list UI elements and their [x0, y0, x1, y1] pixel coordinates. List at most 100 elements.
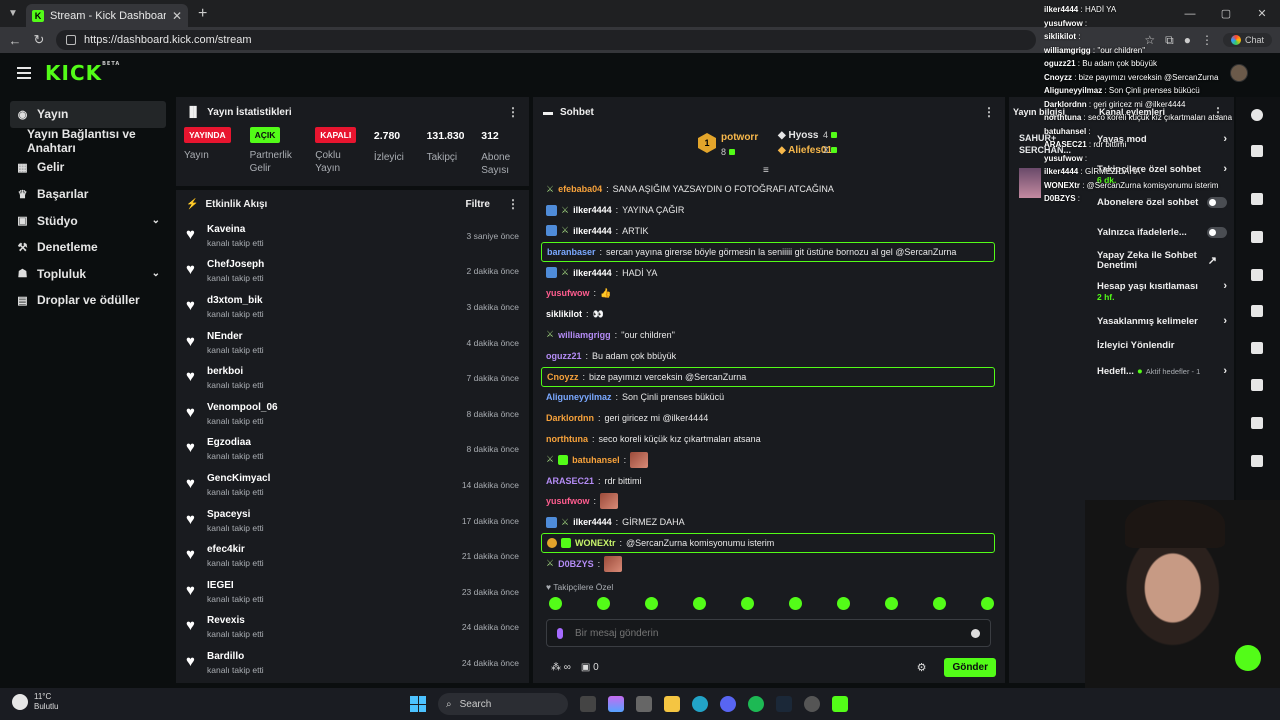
close-tab-icon[interactable]: ✕ [172, 9, 182, 23]
chat-message-highlighted[interactable]: Cnoyzz: bize payımızı verceksin @SercanZu… [541, 366, 995, 387]
emote-icon[interactable] [597, 597, 610, 610]
sidebar-item-denetleme[interactable]: ⚒ Denetleme [10, 234, 166, 261]
discord-icon[interactable] [720, 696, 736, 712]
document-icon[interactable] [1251, 269, 1263, 281]
url-field[interactable]: https://dashboard.kick.com/stream [56, 30, 1036, 50]
chat-username[interactable]: Cnoyzz [547, 372, 579, 382]
copilot-icon[interactable] [608, 696, 624, 712]
chat-username[interactable]: yusufwow [546, 496, 590, 506]
new-tab-icon[interactable]: + [198, 5, 207, 23]
chat-message[interactable]: yusufwow: [541, 491, 995, 512]
chat-username[interactable]: ilker4444 [573, 268, 612, 278]
kebab-menu-icon[interactable]: ⋮ [983, 105, 995, 119]
banned-words-item[interactable]: Yasaklanmış kelimeler › [1097, 315, 1227, 327]
activity-item[interactable]: Egzodiaa kanalı takip etti 8 dakika önce [176, 432, 529, 468]
account-age-item[interactable]: Hesap yaşı kısıtlaması › [1097, 280, 1227, 292]
file-explorer-icon[interactable] [664, 696, 680, 712]
chat-message[interactable]: ⚔ D0BZYS: [541, 553, 995, 574]
activity-item[interactable]: d3xtom_bik kanalı takip etti 3 dakika önce [176, 289, 529, 325]
chat-username[interactable]: efebaba04 [558, 184, 602, 194]
windows-start-icon[interactable] [410, 696, 426, 712]
chat-message[interactable]: ⚔ ilker4444: HADİ YA [541, 262, 995, 283]
goals-item[interactable]: Hedefl... ● Aktif hedefler - 1 › [1097, 365, 1227, 377]
chat-message[interactable]: oguzz21: Bu adam çok bbüyük [541, 345, 995, 366]
chat-message[interactable]: ⚔ batuhansel: [541, 449, 995, 470]
chat-message[interactable]: ⚔ williamgrigg: ''our children'' [541, 325, 995, 346]
sidebar-item-basarilar[interactable]: ♛ Başarılar [10, 181, 166, 208]
chat-username[interactable]: ilker4444 [573, 226, 612, 236]
chat-username[interactable]: D0BZYS [558, 559, 594, 569]
chat-message[interactable]: northtuna: seco koreli küçük kız çıkartma… [541, 429, 995, 450]
chat-message-input[interactable] [575, 627, 959, 639]
kebab-menu-icon[interactable]: ⋮ [507, 105, 519, 119]
sidebar-item-stream-key[interactable]: Yayın Bağlantısı ve Anahtarı [10, 127, 166, 155]
emote-icon[interactable] [789, 597, 802, 610]
send-button[interactable]: Gönder [944, 657, 996, 677]
sidebar-item-droplar[interactable]: ▤ Droplar ve ödüller [10, 287, 166, 314]
chat-username[interactable]: WONEXtr [575, 538, 616, 548]
kebab-menu-icon[interactable]: ⋮ [507, 197, 519, 211]
steam-icon[interactable] [776, 696, 792, 712]
top-gifters[interactable]: 1 potworr 8 ◆ Hyoss 4 ◆ Aliefes01 3 [698, 128, 848, 160]
lightning-icon[interactable] [1251, 231, 1263, 243]
chat-message[interactable]: ⚔ ilker4444: GİRMEZ DAHA [541, 512, 995, 533]
back-icon[interactable]: ← [8, 33, 22, 48]
chat-message[interactable]: ⚔ efebaba04: SANA AŞIĞIM YAZSAYDIN O FOTOĞ… [541, 179, 995, 200]
ai-moderation-item[interactable]: Yapay Zeka ile Sohbet Denetimi ↗ [1097, 250, 1217, 272]
mic-icon[interactable] [557, 627, 563, 639]
chat-message[interactable]: ARASEC21: rdr bittimi [541, 470, 995, 491]
chat-username[interactable]: Darklordnn [546, 413, 594, 423]
gear-icon[interactable]: ⚙ [917, 661, 927, 674]
chat-message[interactable]: siklikilot: 👀 [541, 304, 995, 325]
chat-message-highlighted[interactable]: baranbaser: sercan yayına girerse böyle g… [541, 241, 995, 262]
chat-username[interactable]: siklikilot [546, 309, 582, 319]
activity-item[interactable]: Kaveina kanalı takip etti 3 saniye önce [176, 218, 529, 254]
activity-item[interactable]: ChefJoseph kanalı takip etti 2 dakika önce [176, 254, 529, 290]
activity-item[interactable]: berkboi kanalı takip etti 7 dakika önce [176, 360, 529, 396]
emoji-icon[interactable] [971, 628, 980, 638]
chat-username[interactable]: baranbaser [547, 247, 596, 257]
browser-tab-active[interactable]: K Stream - Kick Dashboard ✕ [26, 4, 188, 27]
wrench-icon[interactable] [1251, 417, 1263, 429]
chat-message[interactable]: Aliguneyyilmaz: Son Çinli prenses bükücü [541, 387, 995, 408]
chat-filter-icon[interactable]: ≡ [763, 165, 769, 176]
chat-username[interactable]: ilker4444 [573, 205, 612, 215]
chat-username[interactable]: yusufwow [546, 288, 590, 298]
chat-message[interactable]: Darklordnn: geri giricez mi @ilker4444 [541, 408, 995, 429]
chat-input-box[interactable] [546, 619, 991, 647]
chat-username[interactable]: ARASEC21 [546, 476, 594, 486]
close-window-icon[interactable]: ✕ [1244, 0, 1280, 27]
activity-item[interactable]: GencKimyacl kanalı takip etti 14 dakika ön… [176, 467, 529, 503]
sidebar-item-yayin[interactable]: ◉ Yayın [10, 101, 166, 128]
info-icon[interactable] [1251, 109, 1263, 121]
edit-icon[interactable] [1251, 145, 1263, 157]
activity-item[interactable]: Bardillo kanalı takip etti 24 dakika önce [176, 645, 529, 681]
activity-item[interactable]: efec4kir kanalı takip etti 21 dakika önce [176, 538, 529, 574]
chat-message[interactable]: ⚔ ilker4444: ARTIK [541, 221, 995, 242]
activity-item[interactable]: NEnder kanalı takip etti 4 dakika önce [176, 325, 529, 361]
chat-message[interactable]: ⚔ ilker4444: YAYINA ÇAĞIR [541, 200, 995, 221]
emote-icon[interactable] [885, 597, 898, 610]
layout-icon[interactable] [1251, 379, 1263, 391]
chat-message[interactable]: yusufwow: 👍 [541, 283, 995, 304]
sidebar-item-gelir[interactable]: ▦ Gelir [10, 154, 166, 181]
emote-icon[interactable] [741, 597, 754, 610]
chat-icon[interactable] [1251, 305, 1263, 317]
channel-points-icon[interactable]: ⁂ ∞ [551, 662, 571, 673]
emote-icon[interactable] [693, 597, 706, 610]
store-icon[interactable] [636, 696, 652, 712]
sidebar-item-topluluk[interactable]: ☗ Topluluk ⌄ [10, 261, 166, 288]
apps-icon[interactable] [1251, 455, 1263, 467]
emote-icon[interactable] [645, 597, 658, 610]
gift-icon[interactable]: ▣ 0 [581, 662, 599, 673]
chat-username[interactable]: batuhansel [572, 455, 620, 465]
chat-username[interactable]: Aliguneyyilmaz [546, 392, 612, 402]
chat-username[interactable]: northtuna [546, 434, 588, 444]
emote-only-item[interactable]: Yalnızca ifadelerle... [1097, 227, 1227, 238]
activity-item[interactable]: IEGEI kanalı takip etti 23 dakika önce [176, 574, 529, 610]
toggle-switch[interactable] [1207, 227, 1227, 238]
reload-icon[interactable]: ↻ [32, 32, 46, 48]
emote-icon[interactable] [549, 597, 562, 610]
chat-message-highlighted[interactable]: WONEXtr: @SercanZurna komisyonumu isterim [541, 532, 995, 553]
site-info-icon[interactable] [66, 35, 76, 45]
